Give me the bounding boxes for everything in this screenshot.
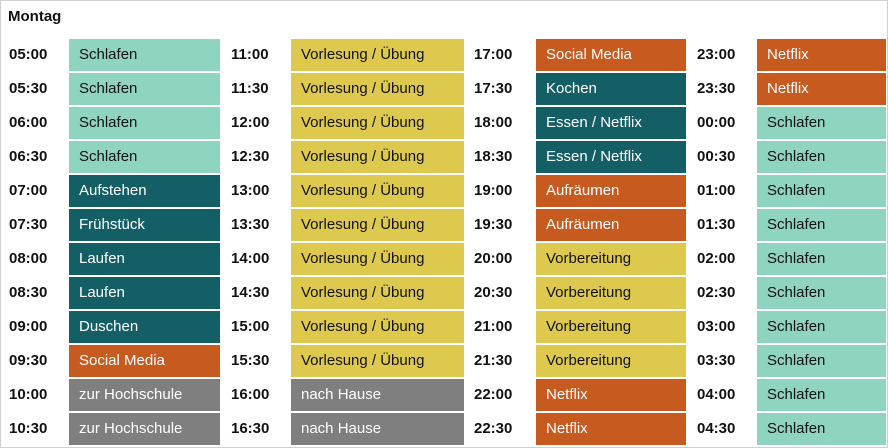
activity-cell: Schlafen [757,243,886,275]
activity-cell: Schlafen [757,209,886,241]
schedule-column-4: 23:00 Netflix 23:30 Netflix 00:00 Schlafen 00:… [1,39,888,447]
time-label: 02:00 [697,250,736,267]
time-label: 03:30 [697,352,736,369]
time-label: 00:30 [697,148,736,165]
time-label: 02:30 [697,284,736,301]
activity-cell: Netflix [757,73,886,105]
time-label: 01:00 [697,182,736,199]
activity-cell: Schlafen [757,379,886,411]
activity-cell: Netflix [757,39,886,71]
activity-cell: Schlafen [757,141,886,173]
activity-cell: Schlafen [757,413,886,445]
schedule-row: 01:30 Schlafen [1,209,888,243]
time-label: 23:00 [697,46,736,63]
schedule-frame: Montag 05:00 Schlafen 05:30 Schlafen 06:00 Sc… [0,0,888,448]
activity-cell: Schlafen [757,175,886,207]
activity-cell: Schlafen [757,311,886,343]
day-title: Montag [8,8,62,25]
schedule-row: 23:00 Netflix [1,39,888,73]
schedule-row: 01:00 Schlafen [1,175,888,209]
schedule-row: 04:00 Schlafen [1,379,888,413]
schedule-row: 04:30 Schlafen [1,413,888,447]
time-label: 04:00 [697,386,736,403]
activity-cell: Schlafen [757,277,886,309]
schedule-row: 03:30 Schlafen [1,345,888,379]
schedule-row: 02:00 Schlafen [1,243,888,277]
schedule-row: 02:30 Schlafen [1,277,888,311]
schedule-row: 23:30 Netflix [1,73,888,107]
activity-cell: Schlafen [757,345,886,377]
schedule-row: 00:30 Schlafen [1,141,888,175]
schedule-row: 00:00 Schlafen [1,107,888,141]
time-label: 23:30 [697,80,736,97]
schedule-row: 03:00 Schlafen [1,311,888,345]
time-label: 04:30 [697,420,736,437]
schedule-grid: 05:00 Schlafen 05:30 Schlafen 06:00 Schlafen 0… [1,39,888,447]
time-label: 01:30 [697,216,736,233]
activity-cell: Schlafen [757,107,886,139]
time-label: 03:00 [697,318,736,335]
time-label: 00:00 [697,114,736,131]
